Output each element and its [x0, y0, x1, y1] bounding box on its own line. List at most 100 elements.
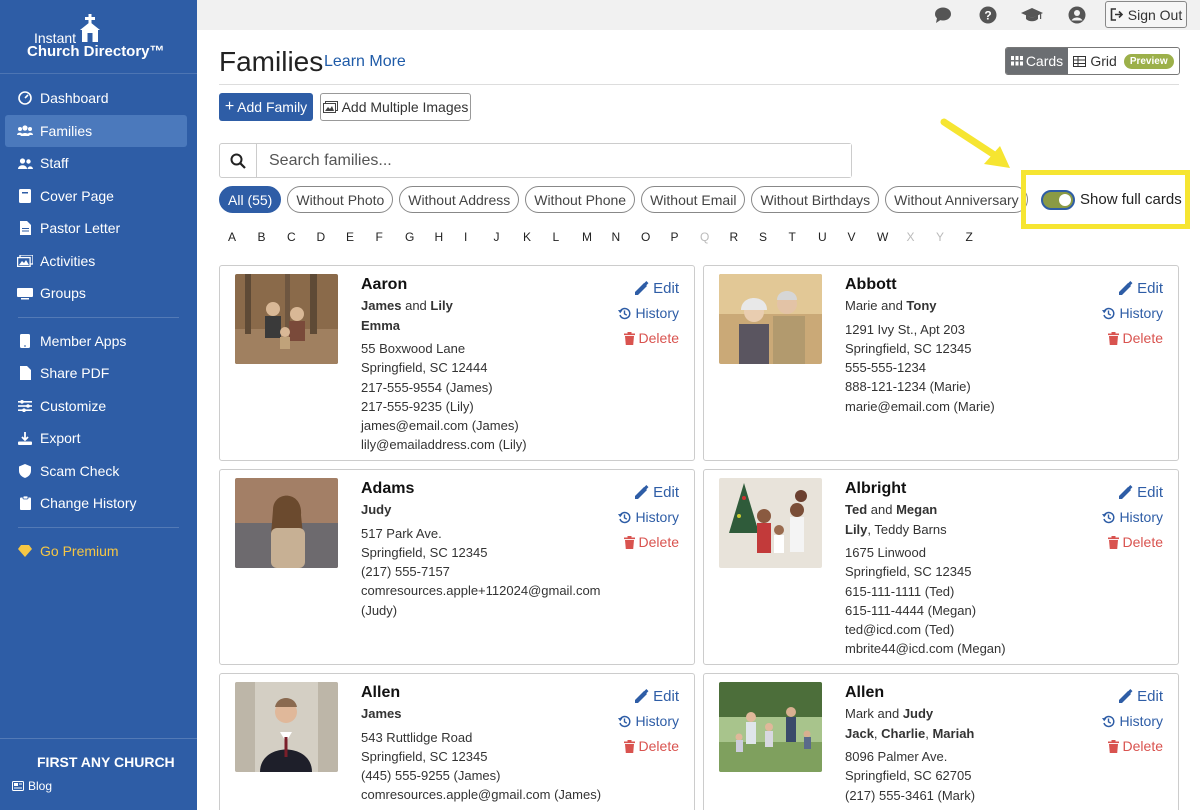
- trash-icon: [623, 536, 635, 549]
- edit-button[interactable]: Edit: [1102, 276, 1163, 301]
- letter-d[interactable]: D: [317, 230, 347, 244]
- add-multiple-images-button[interactable]: Add Multiple Images: [320, 93, 471, 121]
- family-name: Allen: [361, 684, 401, 701]
- history-button[interactable]: History: [618, 505, 679, 530]
- letter-j[interactable]: J: [494, 230, 524, 244]
- letter-a[interactable]: A: [228, 230, 258, 244]
- letter-o[interactable]: O: [641, 230, 671, 244]
- app-logo[interactable]: Instant Church Directory™: [0, 0, 197, 74]
- family-photo[interactable]: [719, 478, 822, 568]
- sidebar-item-customize[interactable]: Customize: [5, 390, 187, 423]
- filter-chip-without-photo[interactable]: Without Photo: [287, 186, 394, 213]
- sidebar-item-share-pdf[interactable]: Share PDF: [5, 357, 187, 390]
- letter-e[interactable]: E: [346, 230, 376, 244]
- family-detail-line: 217-555-9554 (James): [361, 379, 493, 395]
- history-button[interactable]: History: [1102, 709, 1163, 734]
- edit-button[interactable]: Edit: [618, 276, 679, 301]
- history-button[interactable]: History: [618, 709, 679, 734]
- letter-t[interactable]: T: [789, 230, 819, 244]
- family-detail-line: 8096 Palmer Ave.: [845, 749, 948, 764]
- letter-z[interactable]: Z: [966, 230, 996, 244]
- history-label: History: [1119, 713, 1163, 729]
- sidebar-item-scam-check[interactable]: Scam Check: [5, 455, 187, 488]
- letter-u[interactable]: U: [818, 230, 848, 244]
- letter-n[interactable]: N: [612, 230, 642, 244]
- chat-icon[interactable]: [934, 6, 952, 24]
- filter-chip-without-address[interactable]: Without Address: [399, 186, 520, 213]
- delete-button[interactable]: Delete: [1102, 530, 1163, 555]
- sidebar-item-staff[interactable]: Staff: [5, 147, 187, 180]
- letter-w[interactable]: W: [877, 230, 907, 244]
- letter-p[interactable]: P: [671, 230, 701, 244]
- family-info: Aaron James and Lily Emma 55 Boxwood Lane Sp…: [361, 275, 527, 455]
- letter-h[interactable]: H: [435, 230, 465, 244]
- top-bar: ? Sign Out: [197, 0, 1200, 30]
- images-icon: [17, 253, 33, 269]
- graduation-cap-icon[interactable]: [1021, 6, 1043, 24]
- letter-c[interactable]: C: [287, 230, 317, 244]
- family-detail-line: Springfield, SC 12345: [361, 544, 488, 560]
- cards-view-button[interactable]: Cards: [1006, 48, 1068, 74]
- show-full-cards-toggle[interactable]: [1041, 190, 1075, 210]
- letter-m[interactable]: M: [582, 230, 612, 244]
- learn-more-link[interactable]: Learn More: [324, 53, 406, 71]
- family-photo[interactable]: [719, 274, 822, 364]
- sidebar-item-change-history[interactable]: Change History: [5, 487, 187, 520]
- delete-button[interactable]: Delete: [618, 530, 679, 555]
- edit-button[interactable]: Edit: [1102, 684, 1163, 709]
- letter-r[interactable]: R: [730, 230, 760, 244]
- help-icon[interactable]: ?: [979, 6, 997, 24]
- filter-chip-without-phone[interactable]: Without Phone: [525, 186, 636, 213]
- family-name: Abbott: [845, 276, 897, 293]
- delete-button[interactable]: Delete: [1102, 734, 1163, 759]
- history-icon: [1102, 715, 1115, 728]
- card-actions: Edit History Delete: [618, 276, 679, 351]
- filter-chip-all-55[interactable]: All (55): [219, 186, 282, 213]
- edit-button[interactable]: Edit: [1102, 480, 1163, 505]
- sign-out-button[interactable]: Sign Out: [1105, 1, 1187, 28]
- letter-l[interactable]: L: [553, 230, 583, 244]
- user-account-icon[interactable]: [1068, 6, 1086, 24]
- delete-button[interactable]: Delete: [618, 734, 679, 759]
- edit-button[interactable]: Edit: [618, 480, 679, 505]
- trash-icon: [1107, 332, 1119, 345]
- history-button[interactable]: History: [618, 301, 679, 326]
- delete-button[interactable]: Delete: [618, 326, 679, 351]
- family-card: Adams Judy 517 Park Ave. Springfield, SC 12…: [219, 469, 695, 665]
- search-icon[interactable]: [220, 144, 257, 177]
- blog-link[interactable]: Blog: [12, 779, 52, 793]
- letter-v[interactable]: V: [848, 230, 878, 244]
- sidebar-item-member-apps[interactable]: Member Apps: [5, 325, 187, 358]
- sidebar-item-pastor-letter[interactable]: Pastor Letter: [5, 212, 187, 245]
- sidebar-item-cover-page[interactable]: Cover Page: [5, 180, 187, 213]
- add-family-button[interactable]: + Add Family: [219, 93, 313, 121]
- history-button[interactable]: History: [1102, 505, 1163, 530]
- family-photo[interactable]: [719, 682, 822, 772]
- history-button[interactable]: History: [1102, 301, 1163, 326]
- sidebar-item-groups[interactable]: Groups: [5, 277, 187, 310]
- groups-icon: [17, 285, 33, 301]
- sidebar-item-export[interactable]: Export: [5, 422, 187, 455]
- family-photo[interactable]: [235, 274, 338, 364]
- sidebar-item-dashboard[interactable]: Dashboard: [5, 82, 187, 115]
- sidebar-item-label: Staff: [40, 155, 69, 172]
- sidebar-item-go-premium[interactable]: Go Premium: [5, 535, 187, 568]
- sidebar-item-activities[interactable]: Activities: [5, 245, 187, 278]
- letter-f[interactable]: F: [376, 230, 406, 244]
- delete-button[interactable]: Delete: [1102, 326, 1163, 351]
- letter-i[interactable]: I: [464, 230, 494, 244]
- family-detail-line: Springfield, SC 12345: [845, 340, 972, 356]
- sidebar-item-families[interactable]: Families: [5, 114, 187, 147]
- filter-chip-without-anniversary[interactable]: Without Anniversary: [885, 186, 1028, 213]
- family-photo[interactable]: [235, 478, 338, 568]
- grid-view-button[interactable]: Grid Preview: [1068, 48, 1179, 74]
- filter-chip-without-birthdays[interactable]: Without Birthdays: [751, 186, 880, 213]
- family-photo[interactable]: [235, 682, 338, 772]
- filter-chip-without-email[interactable]: Without Email: [641, 186, 746, 213]
- letter-s[interactable]: S: [759, 230, 789, 244]
- letter-b[interactable]: B: [258, 230, 288, 244]
- letter-k[interactable]: K: [523, 230, 553, 244]
- search-input[interactable]: [257, 144, 851, 177]
- letter-g[interactable]: G: [405, 230, 435, 244]
- edit-button[interactable]: Edit: [618, 684, 679, 709]
